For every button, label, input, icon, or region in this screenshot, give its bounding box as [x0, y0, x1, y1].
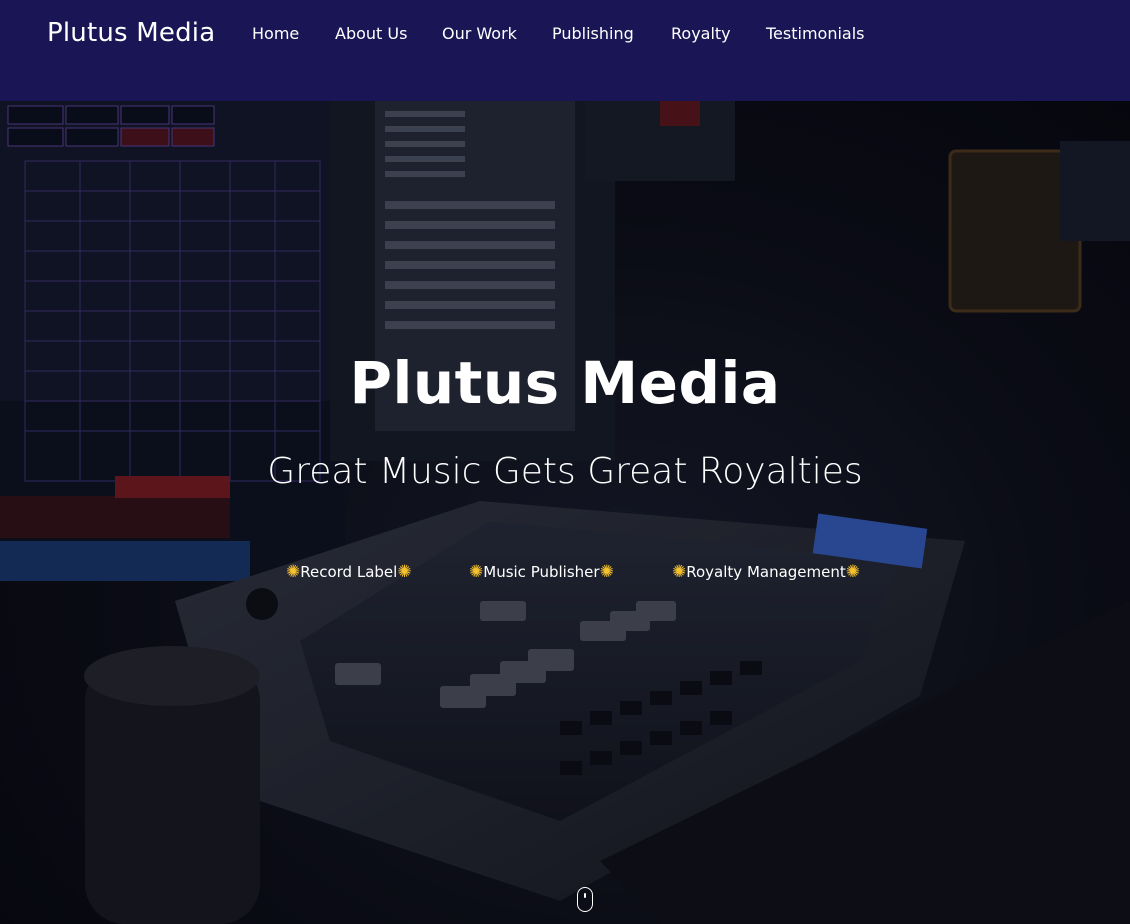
sun-icon: ✺: [397, 561, 412, 582]
mouse-scroll-icon[interactable]: [577, 887, 593, 912]
navbar: Plutus Media Home About Us Our Work Publ…: [0, 0, 1130, 101]
nav-link-royalty[interactable]: Royalty: [671, 24, 731, 43]
service-royalty-management: ✺ Royalty Management ✺: [672, 563, 860, 581]
hero-title: Plutus Media: [349, 349, 781, 417]
hero-overlay: [0, 101, 1130, 924]
service-music-publisher: ✺ Music Publisher ✺: [469, 563, 614, 581]
service-label: Record Label: [300, 563, 398, 581]
sun-icon: ✺: [845, 561, 860, 582]
nav-link-about-us[interactable]: About Us: [335, 24, 407, 43]
sun-icon: ✺: [672, 561, 687, 582]
nav-link-home[interactable]: Home: [252, 24, 299, 43]
mouse-wheel: [584, 893, 586, 898]
sun-icon: ✺: [286, 561, 301, 582]
hero-subtitle: Great Music Gets Great Royalties: [267, 451, 863, 492]
sun-icon: ✺: [599, 561, 614, 582]
sun-icon: ✺: [469, 561, 484, 582]
service-label: Music Publisher: [483, 563, 600, 581]
services-list: ✺ Record Label ✺ ✺ Music Publisher ✺ ✺ R…: [0, 563, 1130, 587]
hero-section: Plutus Media Great Music Gets Great Roya…: [0, 101, 1130, 924]
nav-link-our-work[interactable]: Our Work: [442, 24, 517, 43]
nav-link-publishing[interactable]: Publishing: [552, 24, 634, 43]
service-record-label: ✺ Record Label ✺: [286, 563, 412, 581]
brand-logo-link[interactable]: Plutus Media: [47, 18, 215, 48]
nav-link-testimonials[interactable]: Testimonials: [766, 24, 865, 43]
service-label: Royalty Management: [686, 563, 846, 581]
